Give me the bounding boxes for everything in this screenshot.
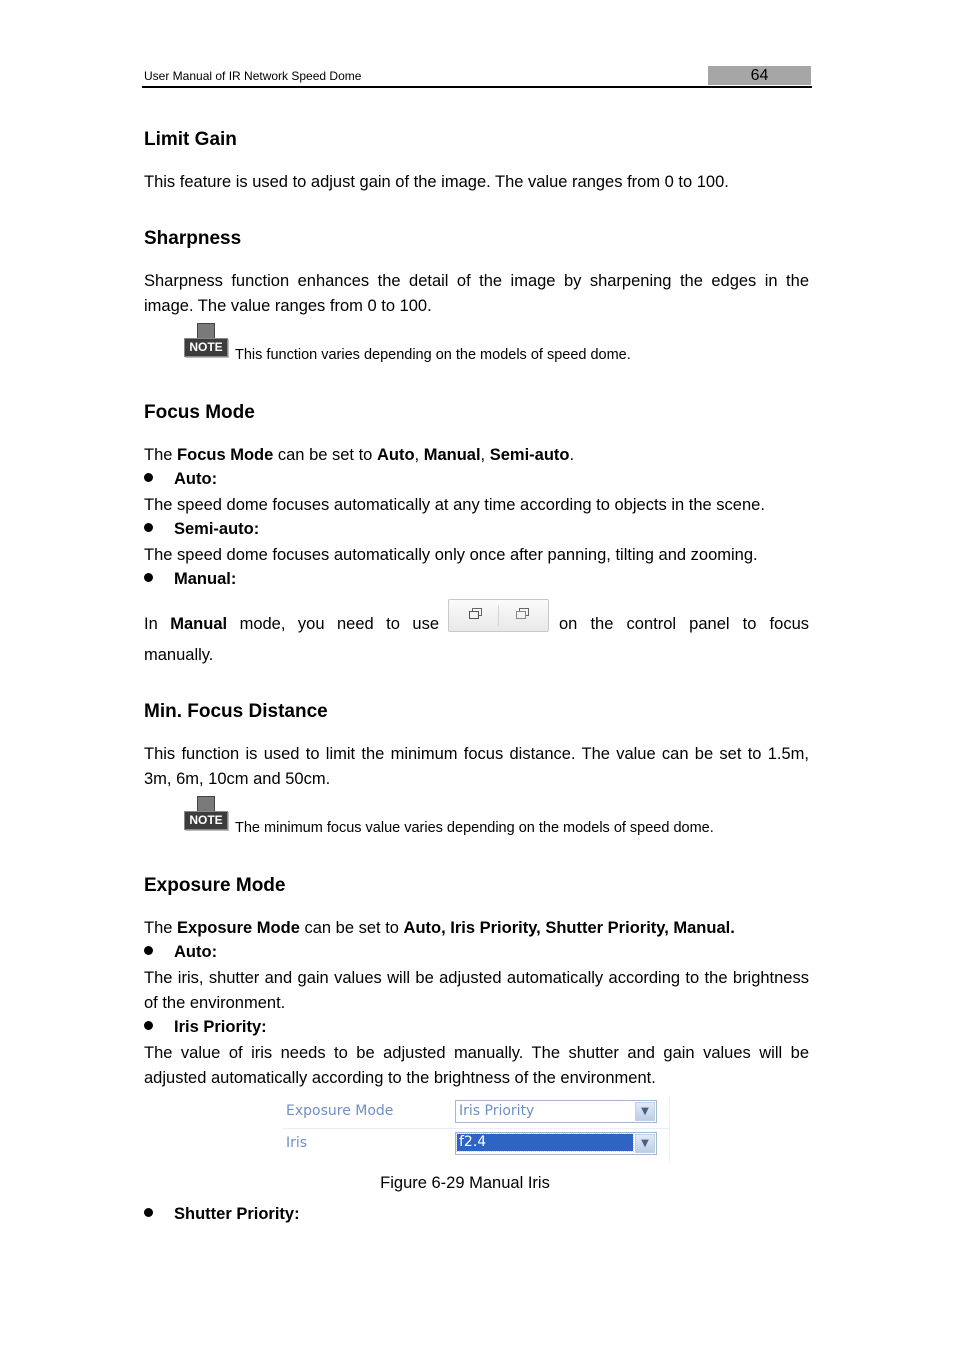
bullet-shutter-priority: Shutter Priority: [144, 1205, 300, 1224]
term: Manual [170, 615, 228, 633]
text: , [414, 446, 424, 464]
bullet-dot-icon [144, 1208, 153, 1217]
heading-focus-mode: Focus Mode [144, 402, 255, 423]
note-min-focus: NOTE The minimum focus value varies depe… [182, 796, 782, 836]
note-text: The minimum focus value varies depending… [235, 820, 714, 836]
note-icon: NOTE [182, 323, 228, 359]
bullet-focus-semi-auto: Semi-auto: [144, 520, 259, 539]
note-label: NOTE [184, 338, 228, 357]
exposure-mode-select[interactable]: Iris Priority ▼ [455, 1100, 657, 1123]
settings-row-exposure-mode: Exposure Mode Iris Priority ▼ [283, 1097, 670, 1129]
heading-min-focus-distance: Min. Focus Distance [144, 701, 328, 722]
term: Exposure Mode [177, 919, 300, 937]
exposure-mode-value: Iris Priority [459, 1103, 535, 1119]
text: can be set to [299, 919, 404, 937]
text: The [144, 446, 178, 464]
text: In [144, 615, 171, 633]
camera-icon [197, 796, 215, 812]
sharpness-text: Sharpness function enhances the detail o… [144, 272, 809, 315]
figure-border [669, 1097, 670, 1163]
page-number: 64 [750, 67, 769, 84]
bullet-label: Semi-auto: [174, 520, 260, 538]
header-divider [142, 86, 812, 88]
note-label: NOTE [184, 811, 228, 830]
camera-icon [197, 323, 215, 339]
text: The [144, 919, 178, 937]
bullet-label: Manual: [174, 570, 237, 588]
chevron-down-icon[interactable]: ▼ [635, 1102, 655, 1121]
bullet-dot-icon [144, 473, 153, 482]
control-separator [498, 605, 499, 626]
bullet-focus-manual: Manual: [144, 570, 236, 589]
iris-label: Iris [286, 1135, 308, 1151]
focus-far-icon[interactable] [516, 608, 529, 619]
term: Auto [376, 446, 415, 464]
bullet-dot-icon [144, 946, 153, 955]
heading-sharpness: Sharpness [144, 228, 242, 249]
bullet-label: Shutter Priority: [174, 1205, 300, 1223]
exposure-mode-intro: The Exposure Mode can be set to Auto, Ir… [144, 916, 809, 941]
manual-mode-text-right: on the control panel to focus [559, 615, 809, 633]
heading-limit-gain: Limit Gain [144, 129, 237, 150]
bullet-iris-priority: Iris Priority: [144, 1018, 267, 1037]
iris-priority-text: The value of iris needs to be adjusted m… [144, 1044, 809, 1087]
term: Semi-auto [489, 446, 570, 464]
focus-control-buttons [448, 599, 549, 632]
chevron-down-icon[interactable]: ▼ [635, 1134, 655, 1153]
note-text: This function varies depending on the mo… [235, 347, 631, 363]
manual-mode-text-left: In Manual mode, you need to use [144, 612, 439, 637]
exposure-auto-text: The iris, shutter and gain values will b… [144, 969, 809, 1012]
term: Manual [423, 446, 481, 464]
iris-select[interactable]: f2.4 ▼ [455, 1132, 657, 1155]
term: Auto, Iris Priority, Shutter Priority, M… [403, 919, 735, 937]
bullet-dot-icon [144, 1021, 153, 1030]
focus-semi-auto-text: The speed dome focuses automatically onl… [144, 546, 758, 564]
focus-mode-intro: The Focus Mode can be set to Auto, Manua… [144, 443, 809, 468]
manual-mode-text-end: manually. [144, 646, 214, 664]
min-focus-text: This function is used to limit the minim… [144, 745, 809, 788]
text: , [480, 446, 490, 464]
note-sharpness: NOTE This function varies depending on t… [182, 323, 702, 363]
iris-value: f2.4 [456, 1133, 634, 1152]
bullet-label: Auto: [174, 943, 218, 961]
heading-exposure-mode: Exposure Mode [144, 875, 286, 896]
text: . [569, 446, 575, 464]
bullet-label: Auto: [174, 470, 218, 488]
focus-near-icon[interactable] [469, 608, 482, 619]
term: Focus Mode [177, 446, 274, 464]
running-header-title: User Manual of IR Network Speed Dome [144, 69, 362, 83]
exposure-mode-label: Exposure Mode [286, 1103, 394, 1119]
figure-caption: Figure 6-29 Manual Iris [380, 1174, 550, 1192]
focus-auto-text: The speed dome focuses automatically at … [144, 496, 765, 514]
bullet-focus-auto: Auto: [144, 470, 217, 489]
bullet-dot-icon [144, 523, 153, 532]
manual-iris-figure: Exposure Mode Iris Priority ▼ Iris f2.4 … [283, 1097, 670, 1163]
text: can be set to [273, 446, 377, 464]
limit-gain-text: This feature is used to adjust gain of t… [144, 173, 729, 191]
bullet-exposure-auto: Auto: [144, 943, 217, 962]
settings-row-iris: Iris f2.4 ▼ [283, 1129, 670, 1160]
note-icon: NOTE [182, 796, 228, 832]
bullet-label: Iris Priority: [174, 1018, 267, 1036]
bullet-dot-icon [144, 573, 153, 582]
text: mode, you need to use [227, 615, 439, 633]
